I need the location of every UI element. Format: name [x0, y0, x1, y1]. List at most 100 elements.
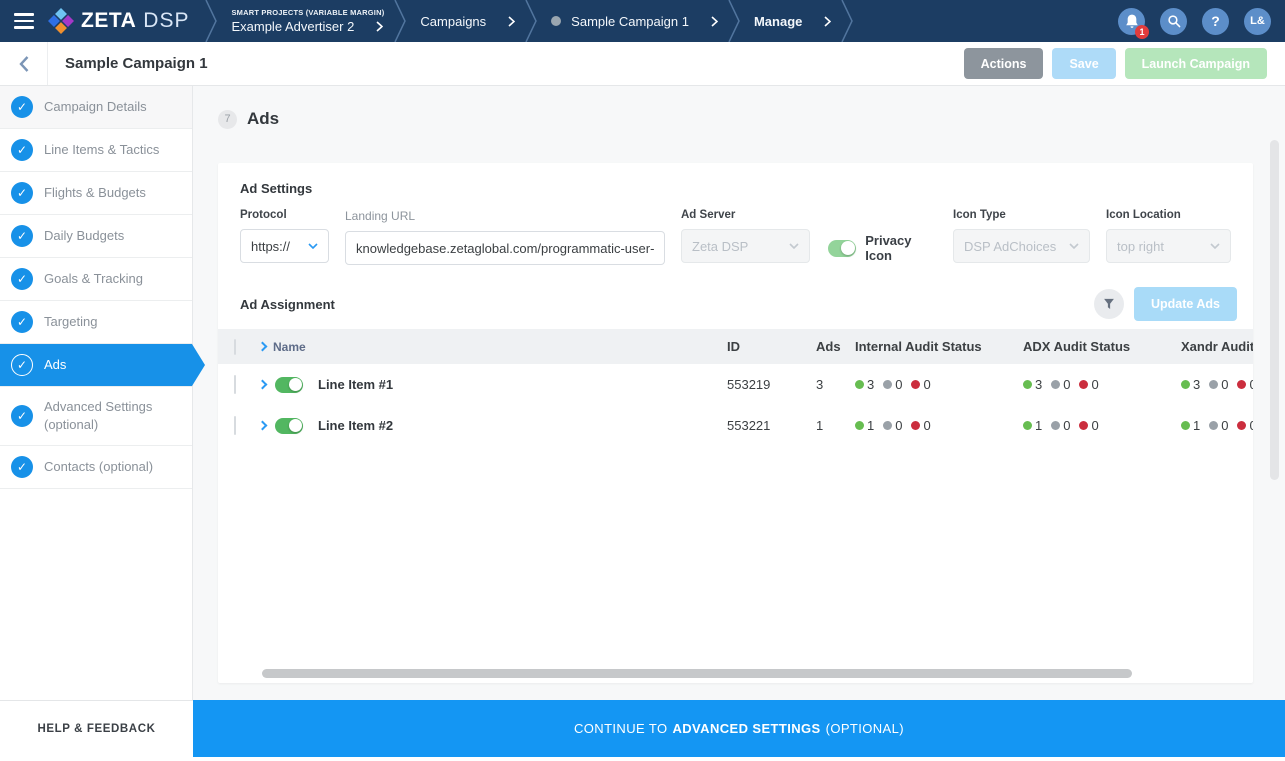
update-ads-button[interactable]: Update Ads: [1134, 287, 1237, 321]
chevron-right-icon: [508, 16, 515, 27]
icon-type-select[interactable]: DSP AdChoices: [953, 229, 1090, 263]
brand-logo[interactable]: ZETA DSP: [48, 0, 205, 42]
column-header-xandr-audit: Xandr Audit Status: [1181, 339, 1253, 354]
line-item-ads-count: 1: [816, 418, 855, 433]
line-item-name: Line Item #1: [318, 377, 393, 392]
back-button[interactable]: [0, 42, 48, 85]
row-checkbox[interactable]: [234, 375, 236, 394]
column-header-adx-audit: ADX Audit Status: [1023, 339, 1181, 354]
campaigns-label: Campaigns: [420, 14, 486, 29]
brand-zeta-text: ZETA: [81, 9, 136, 33]
breadcrumb-campaigns[interactable]: Campaigns: [406, 0, 525, 42]
continue-to-advanced-settings-button[interactable]: CONTINUE TO ADVANCED SETTINGS (OPTIONAL): [193, 700, 1285, 757]
topbar-utilities: 1 ? L&: [1108, 0, 1285, 42]
check-circle-icon: ✓: [11, 182, 33, 204]
horizontal-scrollbar[interactable]: [220, 668, 1251, 680]
breadcrumb-separator: [841, 0, 853, 42]
check-circle-icon: ✓: [11, 139, 33, 161]
step-number-badge: 7: [218, 110, 237, 129]
section-title: Ads: [247, 109, 279, 129]
help-feedback-button[interactable]: HELP & FEEDBACK: [0, 700, 193, 757]
pending-dot-icon: [883, 421, 892, 430]
breadcrumb-manage[interactable]: Manage: [740, 0, 841, 42]
chevron-down-icon: [789, 243, 799, 249]
filter-button[interactable]: [1094, 289, 1124, 319]
approved-dot-icon: [1023, 380, 1032, 389]
line-items-table: Name ID Ads Internal Audit Status ADX Au…: [218, 329, 1253, 446]
landing-url-input[interactable]: [345, 231, 665, 265]
chevron-down-icon: [1069, 243, 1079, 249]
ad-server-label: Ad Server: [681, 209, 810, 221]
campaign-steps-sidebar: ✓ Campaign Details ✓ Line Items & Tactic…: [0, 86, 193, 700]
internal-audit-status: 3 0 0: [855, 377, 1023, 392]
protocol-select[interactable]: https://: [240, 229, 329, 263]
column-header-id: ID: [727, 339, 816, 354]
sidebar-item-ads[interactable]: ✓ Ads: [0, 344, 192, 387]
notification-count-badge: 1: [1135, 25, 1149, 39]
internal-audit-status: 1 0 0: [855, 418, 1023, 433]
rejected-dot-icon: [1237, 380, 1246, 389]
expand-all-chevron-icon[interactable]: [258, 342, 268, 352]
row-checkbox[interactable]: [234, 416, 236, 435]
ad-assignment-title: Ad Assignment: [240, 297, 335, 312]
vertical-scrollbar-thumb[interactable]: [1270, 140, 1279, 480]
user-avatar[interactable]: L&: [1244, 8, 1271, 35]
icon-location-select[interactable]: top right: [1106, 229, 1231, 263]
sidebar-item-flights-budgets[interactable]: ✓ Flights & Budgets: [0, 172, 192, 215]
save-button[interactable]: Save: [1052, 48, 1115, 79]
column-header-name: Name: [273, 340, 306, 354]
horizontal-scrollbar-thumb[interactable]: [262, 669, 1132, 678]
check-circle-icon: ✓: [11, 456, 33, 478]
pending-dot-icon: [1209, 380, 1218, 389]
filter-funnel-icon: [1102, 297, 1116, 312]
notifications-button[interactable]: 1: [1118, 8, 1145, 35]
sidebar-item-targeting[interactable]: ✓ Targeting: [0, 301, 192, 344]
landing-url-label: Landing URL: [345, 209, 665, 223]
expand-row-chevron-icon[interactable]: [258, 421, 268, 431]
adx-audit-status: 1 0 0: [1023, 418, 1181, 433]
check-circle-outline-icon: ✓: [11, 354, 33, 376]
ad-server-select[interactable]: Zeta DSP: [681, 229, 810, 263]
brand-dsp-text: DSP: [143, 9, 189, 33]
breadcrumb-separator: [525, 0, 537, 42]
zeta-dsp-app: ZETA DSP SMART PROJECTS (VARIABLE MARGIN…: [0, 0, 1285, 761]
sidebar-item-daily-budgets[interactable]: ✓ Daily Budgets: [0, 215, 192, 258]
rejected-dot-icon: [1237, 421, 1246, 430]
ad-assignment-header: Ad Assignment Update Ads: [218, 284, 1253, 324]
check-circle-icon: ✓: [11, 268, 33, 290]
check-circle-icon: ✓: [11, 311, 33, 333]
question-mark-icon: ?: [1211, 13, 1220, 29]
chevron-down-icon: [308, 243, 318, 249]
launch-campaign-button[interactable]: Launch Campaign: [1125, 48, 1267, 79]
line-item-enabled-toggle[interactable]: [275, 418, 303, 434]
xandr-audit-status: 1 0 0: [1181, 418, 1253, 433]
footer-bar: HELP & FEEDBACK CONTINUE TO ADVANCED SET…: [0, 700, 1285, 757]
chevron-left-icon: [18, 55, 30, 73]
advertiser-project-label: SMART PROJECTS (VARIABLE MARGIN): [231, 8, 384, 17]
icon-location-label: Icon Location: [1106, 209, 1231, 221]
sidebar-item-campaign-details[interactable]: ✓ Campaign Details: [0, 86, 192, 129]
ad-settings-section: Ad Settings Protocol https:// Landing UR…: [218, 163, 1253, 265]
breadcrumb: SMART PROJECTS (VARIABLE MARGIN) Example…: [205, 0, 1108, 42]
expand-row-chevron-icon[interactable]: [258, 380, 268, 390]
breadcrumb-campaign[interactable]: Sample Campaign 1: [537, 0, 728, 42]
privacy-icon-toggle[interactable]: [828, 240, 856, 257]
breadcrumb-advertiser[interactable]: SMART PROJECTS (VARIABLE MARGIN) Example…: [217, 0, 394, 42]
sidebar-item-advanced-settings[interactable]: ✓ Advanced Settings (optional): [0, 387, 192, 446]
line-item-enabled-toggle[interactable]: [275, 377, 303, 393]
actions-button[interactable]: Actions: [964, 48, 1044, 79]
select-all-checkbox[interactable]: [234, 339, 236, 355]
help-button[interactable]: ?: [1202, 8, 1229, 35]
table-row-line-item-2: Line Item #2 553221 1 1 0 0 1 0 0: [218, 405, 1253, 446]
sidebar-item-contacts[interactable]: ✓ Contacts (optional): [0, 446, 192, 489]
chevron-right-icon: [824, 16, 831, 27]
xandr-audit-status: 3 0 0: [1181, 377, 1253, 392]
approved-dot-icon: [855, 380, 864, 389]
hamburger-menu-icon[interactable]: [0, 0, 48, 42]
privacy-icon-field: Privacy Icon: [826, 231, 937, 265]
sidebar-item-line-items-tactics[interactable]: ✓ Line Items & Tactics: [0, 129, 192, 172]
search-button[interactable]: [1160, 8, 1187, 35]
page-title: Sample Campaign 1: [65, 55, 208, 72]
sidebar-item-goals-tracking[interactable]: ✓ Goals & Tracking: [0, 258, 192, 301]
avatar-initials: L&: [1250, 15, 1265, 27]
